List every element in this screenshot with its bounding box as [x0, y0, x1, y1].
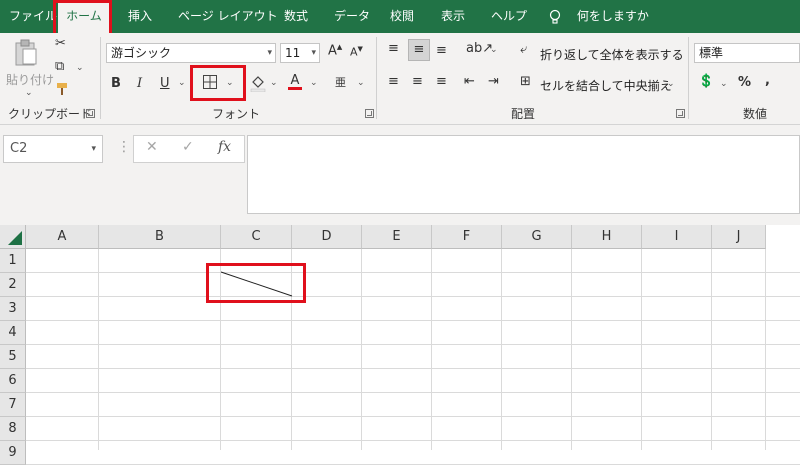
tab-data[interactable]: データ [334, 0, 370, 33]
comma-button[interactable]: , [765, 73, 770, 88]
underline-dropdown-icon[interactable]: ⌄ [178, 78, 186, 88]
number-group-label: 数値 [743, 107, 768, 121]
cell-diagonal-border [220, 271, 293, 297]
align-center-icon[interactable]: ≡ [412, 74, 423, 89]
font-name-value: 游ゴシック [111, 46, 172, 60]
name-box-value: C2 [10, 141, 28, 156]
wrap-text-icon[interactable]: ⤶ [520, 42, 527, 57]
font-size-combo[interactable]: 11 ▾ [280, 43, 320, 63]
tab-help[interactable]: ヘルプ [491, 0, 527, 33]
tab-page-layout[interactable]: ページ レイアウト [178, 0, 278, 33]
font-size-value: 11 [285, 46, 301, 60]
bold-button[interactable]: B [111, 76, 121, 91]
formula-bar-grip-icon: ⋮ [117, 139, 131, 155]
formula-bar-area: C2 ▾ ⋮ ✕ ✓ fx [0, 125, 800, 225]
grow-font-glyph: A [328, 43, 337, 59]
format-painter-icon[interactable] [55, 81, 71, 101]
phonetic-icon[interactable]: 亜 [335, 74, 346, 90]
paste-button[interactable] [12, 39, 40, 71]
ribbon: 貼り付け ⌄ ✂ ⧉ ⌄ クリップボード 游ゴシック ▾ 11 ▾ A▲ A▼ … [0, 33, 800, 125]
borders-icon [202, 75, 218, 94]
tell-me-label: 何をしますか [576, 9, 649, 23]
orientation-dropdown-icon[interactable]: ⌄ [490, 45, 498, 55]
borders-dropdown-icon[interactable]: ⌄ [226, 78, 234, 88]
alignment-group-label: 配置 [511, 107, 536, 121]
name-box[interactable]: C2 ▾ [3, 135, 103, 163]
alignment-launcher-icon[interactable] [676, 109, 685, 118]
tab-review[interactable]: 校閲 [390, 0, 414, 33]
align-right-icon[interactable]: ≡ [436, 74, 447, 89]
decrease-indent-icon[interactable]: ⇤ [464, 74, 475, 89]
tab-insert[interactable]: 挿入 [128, 0, 152, 33]
shrink-font-glyph: A [350, 45, 358, 59]
align-middle-icon[interactable]: ≡ [408, 39, 430, 61]
tab-home[interactable]: ホーム [58, 2, 110, 33]
insert-function-icon[interactable]: fx [218, 139, 231, 155]
align-left-icon[interactable]: ≡ [388, 74, 399, 89]
font-color-glyph: A [290, 73, 300, 88]
group-separator [376, 37, 377, 119]
borders-button[interactable] [202, 74, 218, 94]
merge-center-button[interactable]: セルを結合して中央揃え [540, 77, 672, 94]
paint-bucket-icon [249, 76, 267, 96]
number-format-combo[interactable]: 標準 [694, 43, 800, 63]
decrease-font-size-button[interactable]: A▼ [350, 45, 363, 59]
currency-icon[interactable]: 💲 [698, 74, 714, 89]
copy-dropdown-icon[interactable]: ⌄ [76, 63, 84, 73]
wrap-text-button[interactable]: 折り返して全体を表示する [540, 46, 684, 63]
lightbulb-icon [549, 0, 563, 33]
paste-dropdown-icon[interactable]: ⌄ [25, 88, 33, 98]
chevron-down-icon: ▾ [311, 48, 316, 58]
group-separator [688, 37, 689, 119]
fill-color-dropdown-icon[interactable]: ⌄ [270, 78, 278, 88]
copy-icon[interactable]: ⧉ [55, 59, 64, 74]
underline-button[interactable]: U [160, 76, 170, 91]
group-separator [100, 37, 101, 119]
percent-button[interactable]: % [738, 75, 751, 90]
chevron-down-icon: ▾ [267, 48, 272, 58]
font-color-button[interactable]: A [288, 73, 302, 90]
tab-file[interactable]: ファイル [9, 0, 57, 33]
cancel-icon[interactable]: ✕ [146, 139, 158, 155]
tab-formulas[interactable]: 数式 [284, 0, 308, 33]
increase-indent-icon[interactable]: ⇥ [488, 74, 499, 89]
align-top-icon[interactable]: ≡ [388, 41, 399, 56]
clipboard-group-label: クリップボード [8, 107, 93, 121]
tab-view[interactable]: 表示 [441, 0, 465, 33]
clipboard-icon [13, 39, 39, 71]
enter-icon[interactable]: ✓ [182, 139, 194, 155]
clipboard-launcher-icon[interactable] [86, 109, 95, 118]
increase-font-size-button[interactable]: A▲ [328, 43, 342, 58]
align-bottom-icon[interactable]: ≡ [436, 43, 447, 58]
font-group-label: フォント [212, 107, 261, 121]
formula-input[interactable] [247, 135, 800, 214]
number-format-value: 標準 [699, 46, 724, 60]
ribbon-tab-bar: ファイル ホーム 挿入 ページ レイアウト 数式 データ 校閲 表示 ヘルプ 何… [0, 0, 800, 33]
fill-color-button[interactable] [249, 74, 267, 96]
currency-dropdown-icon[interactable]: ⌄ [720, 79, 728, 89]
worksheet-grid: ABCDEFGHIJ 123456789 [0, 225, 800, 465]
chevron-down-icon: ▾ [91, 144, 96, 154]
italic-button[interactable]: I [137, 76, 142, 91]
font-color-dropdown-icon[interactable]: ⌄ [310, 78, 318, 88]
paste-label: 貼り付け [6, 73, 55, 87]
tell-me-search[interactable]: 何をしますか [549, 0, 649, 33]
phonetic-dropdown-icon[interactable]: ⌄ [357, 78, 365, 88]
merge-dropdown-icon[interactable]: ⌄ [667, 79, 675, 89]
cut-icon[interactable]: ✂ [55, 36, 66, 51]
font-launcher-icon[interactable] [365, 109, 374, 118]
merge-center-icon[interactable]: ⊞ [520, 74, 531, 89]
font-name-combo[interactable]: 游ゴシック ▾ [106, 43, 276, 63]
